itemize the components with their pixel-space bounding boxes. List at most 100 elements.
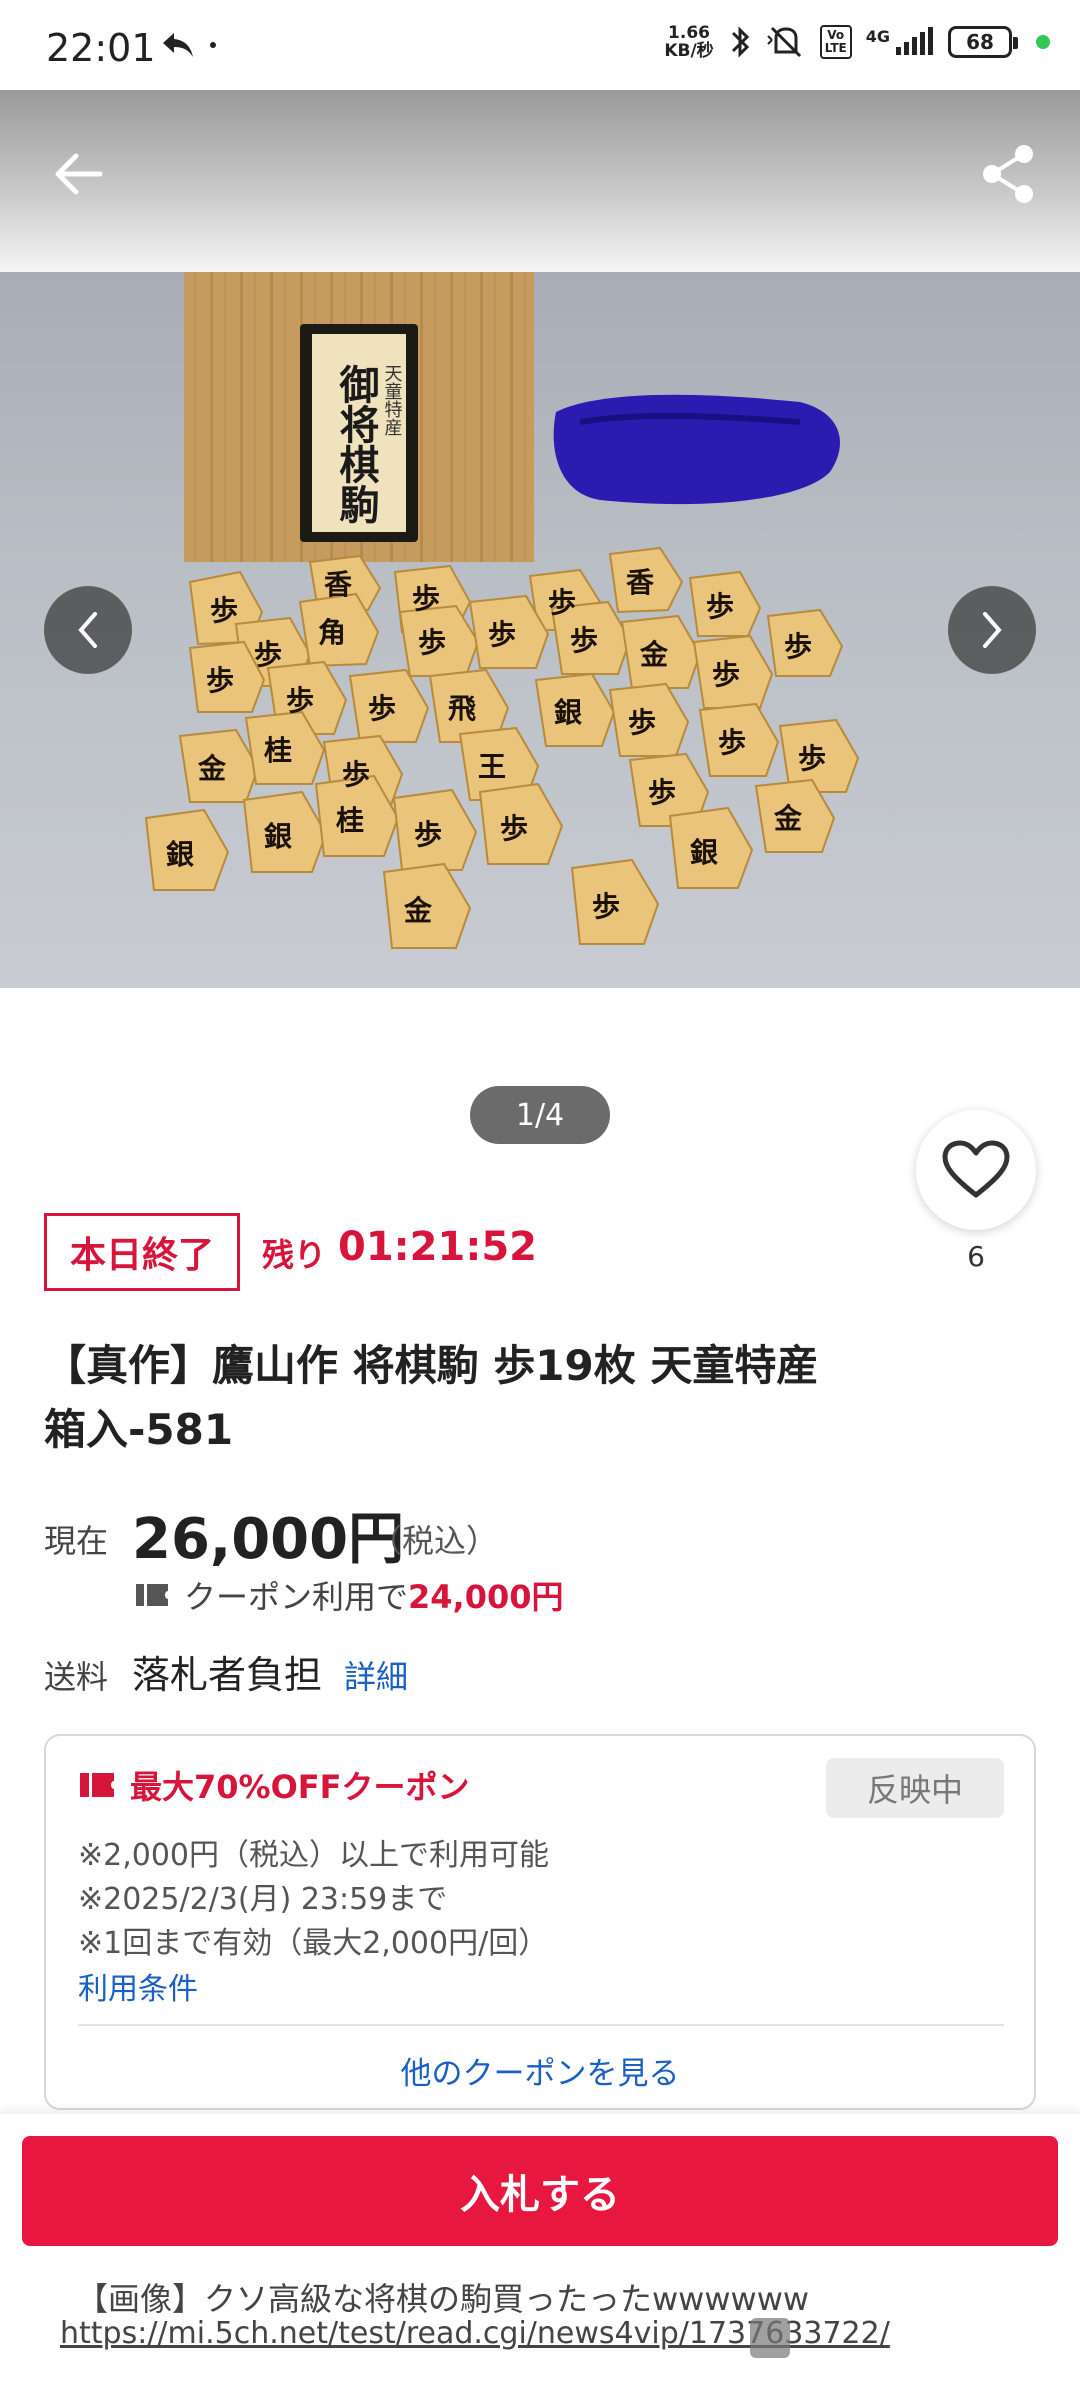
coupon-title: 最大70%OFFクーポン xyxy=(78,1762,470,1808)
signal-icon xyxy=(896,27,933,55)
svg-text:飛: 飛 xyxy=(448,692,476,725)
box-label-small: 天童特産 xyxy=(382,364,403,436)
carousel-next-button[interactable] xyxy=(948,586,1036,674)
svg-text:歩: 歩 xyxy=(592,890,620,923)
svg-text:歩: 歩 xyxy=(412,582,440,615)
svg-text:桂: 桂 xyxy=(264,734,292,767)
signal-group: 4G xyxy=(866,27,934,57)
product-image[interactable]: 天童特産 御将棋駒 歩 香 歩 歩 香 歩 歩 歩 角 歩 歩 歩 金 歩 歩 … xyxy=(0,272,1080,988)
svg-text:桂: 桂 xyxy=(336,804,364,837)
svg-text:銀: 銀 xyxy=(554,696,582,729)
svg-text:歩: 歩 xyxy=(206,664,234,697)
svg-text:歩: 歩 xyxy=(210,594,238,627)
coupon-title-text: 最大70%OFFクーポン xyxy=(130,1768,470,1806)
coupon-price-line: クーポン利用で24,000円 xyxy=(134,1572,564,1618)
arrow-left-icon xyxy=(55,153,103,195)
shipping-value: 落札者負担 xyxy=(132,1653,323,1697)
svg-text:銀: 銀 xyxy=(166,838,194,871)
coupon-price-text: クーポン利用で xyxy=(184,1578,409,1616)
coupon-red-icon xyxy=(80,1773,114,1797)
svg-text:角: 角 xyxy=(318,616,346,649)
svg-text:歩: 歩 xyxy=(500,812,528,845)
chevron-right-icon xyxy=(983,612,1002,648)
shogi-pieces-photo: 天童特産 御将棋駒 歩香 歩 歩香歩 歩歩角 歩 歩 歩 金歩歩 歩 歩 飛 銀… xyxy=(144,272,860,949)
svg-text:王: 王 xyxy=(478,750,506,783)
svg-text:歩: 歩 xyxy=(648,776,676,809)
price-tax-note: （税込） xyxy=(370,1522,499,1560)
heart-icon xyxy=(942,1140,1010,1198)
ending-today-badge: 本日終了 xyxy=(44,1213,240,1291)
carousel-prev-button[interactable] xyxy=(44,586,132,674)
svg-text:歩: 歩 xyxy=(718,726,746,759)
mute-icon xyxy=(766,26,801,58)
coupon-price-value: 24,000円 xyxy=(408,1578,564,1616)
back-button[interactable] xyxy=(44,140,112,208)
svg-text:歩: 歩 xyxy=(342,758,370,791)
svg-text:歩: 歩 xyxy=(706,590,734,623)
coupon-terms-link[interactable]: 利用条件 xyxy=(78,1964,198,2008)
nav-bar-icon xyxy=(750,2318,790,2358)
more-coupons-link[interactable]: 他のクーポンを見る xyxy=(46,2048,1034,2093)
coupon-divider xyxy=(78,2024,1004,2026)
privacy-dot-icon xyxy=(1036,35,1050,49)
remaining-time: 01:21:52 xyxy=(338,1224,537,1270)
coupon-note: ※1回まで有効（最大2,000円/回） xyxy=(78,1926,549,1961)
svg-text:銀: 銀 xyxy=(264,820,292,853)
status-time: 22:01 xyxy=(46,26,156,70)
svg-text:金: 金 xyxy=(773,802,803,835)
svg-text:銀: 銀 xyxy=(690,836,718,869)
coupon-icon xyxy=(136,1584,168,1606)
coupon-note: ※2,000円（税込）以上で利用可能 xyxy=(78,1838,550,1873)
svg-text:歩: 歩 xyxy=(414,818,442,851)
share-button[interactable] xyxy=(974,140,1042,208)
bid-button[interactable]: 入札する xyxy=(22,2136,1058,2246)
reply-icon xyxy=(163,33,193,57)
battery-icon: 68 xyxy=(948,26,1018,58)
watchlist-button[interactable] xyxy=(916,1110,1036,1230)
svg-text:歩: 歩 xyxy=(488,618,516,651)
svg-text:歩: 歩 xyxy=(418,626,446,659)
net-speed-unit: KB/秒 xyxy=(664,41,714,61)
svg-text:歩: 歩 xyxy=(286,684,314,717)
volte-icon: Vo LTE xyxy=(819,25,852,59)
net-speed: 1.66 KB/秒 xyxy=(664,24,713,60)
svg-text:歩: 歩 xyxy=(712,658,740,691)
shipping-label: 送料 xyxy=(44,1658,109,1696)
svg-text:歩: 歩 xyxy=(254,638,282,671)
item-title-line1: 【真作】鷹山作 将棋駒 歩19枚 天童特産 xyxy=(44,1341,819,1390)
svg-text:香: 香 xyxy=(324,568,352,601)
watch-count: 6 xyxy=(967,1240,985,1273)
battery-level: 68 xyxy=(966,30,994,54)
remaining-label: 残り xyxy=(262,1236,327,1274)
chevron-left-icon xyxy=(78,612,97,648)
price-label: 現在 xyxy=(44,1522,109,1560)
caption-title: 【画像】クソ高級な将棋の駒買ったったwwwwww xyxy=(76,2280,810,2318)
item-title-line2: 箱入-581 xyxy=(44,1405,234,1454)
svg-text:金: 金 xyxy=(639,638,669,671)
network-type: 4G xyxy=(865,27,890,46)
item-title: 【真作】鷹山作 将棋駒 歩19枚 天童特産 箱入-581 xyxy=(44,1334,904,1462)
image-pager: 1/4 xyxy=(470,1086,610,1144)
svg-text:歩: 歩 xyxy=(570,624,598,657)
app-screen: 22:01 1.66 KB/秒 Vo LTE 4G 68 天童特産 御将棋駒 歩… xyxy=(0,0,1080,2400)
share-icon xyxy=(983,145,1033,203)
svg-text:金: 金 xyxy=(403,894,433,927)
box-label-main: 御将棋駒 xyxy=(333,364,381,524)
svg-text:香: 香 xyxy=(626,566,654,599)
price-value: 26,000円 xyxy=(132,1507,405,1572)
svg-text:金: 金 xyxy=(197,752,227,785)
shipping-detail-link[interactable]: 詳細 xyxy=(344,1652,408,1698)
status-left-icons xyxy=(160,30,216,60)
svg-text:歩: 歩 xyxy=(628,706,656,739)
svg-text:歩: 歩 xyxy=(784,630,812,663)
svg-text:歩: 歩 xyxy=(368,692,396,725)
status-bar: 22:01 1.66 KB/秒 Vo LTE 4G 68 xyxy=(0,0,1080,90)
status-right-icons: 1.66 KB/秒 Vo LTE 4G 68 xyxy=(664,24,1050,60)
coupon-note: ※2025/2/3(月) 23:59まで xyxy=(78,1882,448,1917)
header-bar xyxy=(0,90,1080,272)
svg-text:歩: 歩 xyxy=(548,586,576,619)
coupon-applied-button[interactable]: 反映中 xyxy=(826,1758,1004,1818)
bottom-action-bar: 入札する 【画像】クソ高級な将棋の駒買ったったwwwwww https://mi… xyxy=(0,2114,1080,2400)
dot-icon xyxy=(210,42,216,48)
coupon-notes: ※2,000円（税込）以上で利用可能 ※2025/2/3(月) 23:59まで … xyxy=(78,1834,549,1966)
